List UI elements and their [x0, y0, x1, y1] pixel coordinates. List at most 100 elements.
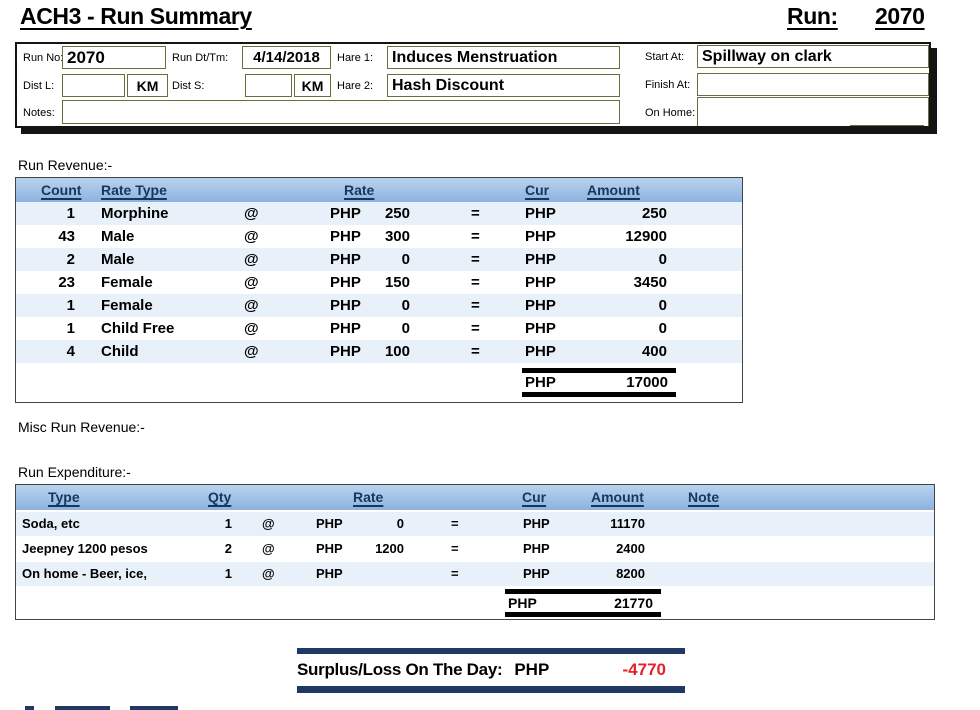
at-symbol: @: [244, 343, 259, 360]
at-symbol: @: [262, 566, 275, 581]
currency-cell: PHP: [525, 274, 556, 291]
count-cell: 1: [66, 205, 75, 222]
equals-symbol: =: [451, 566, 459, 581]
on-home-label: On Home:: [645, 107, 696, 119]
run-no-label: Run No:: [23, 52, 64, 64]
rate-type-cell: Morphine: [101, 205, 169, 222]
equals-symbol: =: [471, 274, 480, 291]
finish-at-field[interactable]: [697, 73, 929, 96]
dist-s-field[interactable]: [245, 74, 292, 97]
currency-cell: PHP: [525, 228, 556, 245]
revenue-total: PHP 17000: [522, 368, 676, 397]
currency-cell: PHP: [523, 516, 550, 531]
amount-cell: 400: [641, 343, 667, 360]
type-cell: On home - Beer, ice,: [22, 566, 147, 581]
amount-cell: 0: [658, 251, 667, 268]
equals-symbol: =: [451, 516, 459, 531]
run-date-field[interactable]: 4/14/2018: [242, 46, 331, 69]
section-label-run-expenditure: Run Expenditure:-: [18, 464, 131, 480]
currency-cell: PHP: [525, 251, 556, 268]
rate-type-cell: Female: [101, 297, 153, 314]
amount-cell: 8200: [616, 566, 645, 581]
run-no-field[interactable]: 2070: [62, 46, 166, 69]
currency-cell: PHP: [316, 516, 343, 531]
finish-at-label: Finish At:: [645, 79, 691, 91]
on-home-field-bottom-edge: [850, 125, 924, 126]
total-amount: 17000: [626, 374, 668, 391]
hare1-field[interactable]: Induces Menstruation: [387, 46, 620, 69]
total-currency: PHP: [525, 374, 556, 391]
currency-cell: PHP: [316, 566, 343, 581]
rate-cell: 1200: [375, 541, 404, 556]
hare2-field[interactable]: Hash Discount: [387, 74, 620, 97]
amount-cell: 3450: [633, 274, 667, 291]
notes-field[interactable]: [62, 100, 620, 124]
count-cell: 4: [66, 343, 75, 360]
surplus-amount: -4770: [622, 660, 666, 679]
total-amount: 21770: [614, 595, 653, 611]
total-currency: PHP: [508, 595, 537, 611]
currency-cell: PHP: [525, 320, 556, 337]
clipped-text-fragment: [130, 706, 178, 710]
count-cell: 1: [66, 320, 75, 337]
header-cell-qty: Qty: [208, 489, 232, 505]
at-symbol: @: [244, 228, 259, 245]
rate-cell: 300: [384, 228, 410, 245]
start-at-field[interactable]: Spillway on clark: [697, 45, 929, 68]
qty-cell: 1: [224, 566, 232, 581]
currency-cell: PHP: [525, 343, 556, 360]
equals-symbol: =: [471, 228, 480, 245]
amount-cell: 12900: [625, 228, 667, 245]
on-home-field[interactable]: [697, 97, 929, 126]
run-label: Run:: [787, 3, 838, 29]
equals-symbol: =: [471, 205, 480, 222]
notes-label: Notes:: [23, 107, 55, 119]
dist-l-label: Dist L:: [23, 80, 55, 92]
type-cell: Jeepney 1200 pesos: [22, 541, 148, 556]
hare2-label: Hare 2:: [337, 80, 374, 92]
at-symbol: @: [262, 516, 275, 531]
qty-cell: 1: [224, 516, 232, 531]
type-cell: Soda, etc: [22, 516, 80, 531]
section-label-misc-run-revenue: Misc Run Revenue:-: [18, 419, 145, 435]
table-row: 2 Male @ PHP 0 = PHP 0: [16, 248, 742, 271]
header-cell-rate: Rate: [353, 489, 384, 505]
count-cell: 43: [58, 228, 75, 245]
expenditure-total: PHP 21770: [505, 589, 661, 617]
amount-cell: 2400: [616, 541, 645, 556]
hare1-label: Hare 1:: [337, 52, 374, 64]
table-row: 1 Child Free @ PHP 0 = PHP 0: [16, 317, 742, 340]
header-cell-amount: Amount: [591, 489, 644, 505]
at-symbol: @: [244, 274, 259, 291]
currency-cell: PHP: [316, 541, 343, 556]
rate-type-cell: Male: [101, 228, 135, 245]
at-symbol: @: [262, 541, 275, 556]
table-row: Jeepney 1200 pesos 2 @ PHP 1200 = PHP 24…: [16, 537, 934, 561]
count-cell: 23: [58, 274, 75, 291]
count-cell: 2: [66, 251, 75, 268]
revenue-table: Count Rate Type Rate Cur Amount 1 Morphi…: [15, 177, 743, 403]
header-cell-rate: Rate: [344, 182, 375, 198]
table-row: On home - Beer, ice, 1 @ PHP = PHP 8200: [16, 562, 934, 586]
amount-cell: 11170: [610, 516, 645, 531]
page-title: ACH3 - Run Summary: [20, 3, 252, 29]
expenditure-header-row: Type Qty Rate Cur Amount Note: [16, 485, 934, 511]
equals-symbol: =: [471, 297, 480, 314]
equals-symbol: =: [471, 320, 480, 337]
dist-l-field[interactable]: [62, 74, 125, 97]
count-cell: 1: [66, 297, 75, 314]
currency-cell: PHP: [523, 541, 550, 556]
currency-cell: PHP: [525, 205, 556, 222]
revenue-header-row: Count Rate Type Rate Cur Amount: [16, 178, 742, 203]
table-row: 1 Morphine @ PHP 250 = PHP 250: [16, 202, 742, 225]
section-label-run-revenue: Run Revenue:-: [18, 157, 113, 173]
rate-type-cell: Child Free: [101, 320, 175, 337]
rate-cell: 0: [401, 251, 410, 268]
run-info-panel: Run No: 2070 Run Dt/Tm: 4/14/2018 Hare 1…: [15, 42, 931, 128]
header-cell-type: Type: [48, 489, 80, 505]
table-row: 43 Male @ PHP 300 = PHP 12900: [16, 225, 742, 248]
run-number: 2070: [875, 3, 925, 29]
amount-cell: 0: [658, 297, 667, 314]
surplus-panel: Surplus/Loss On The Day: PHP -4770: [297, 648, 685, 693]
at-symbol: @: [244, 205, 259, 222]
